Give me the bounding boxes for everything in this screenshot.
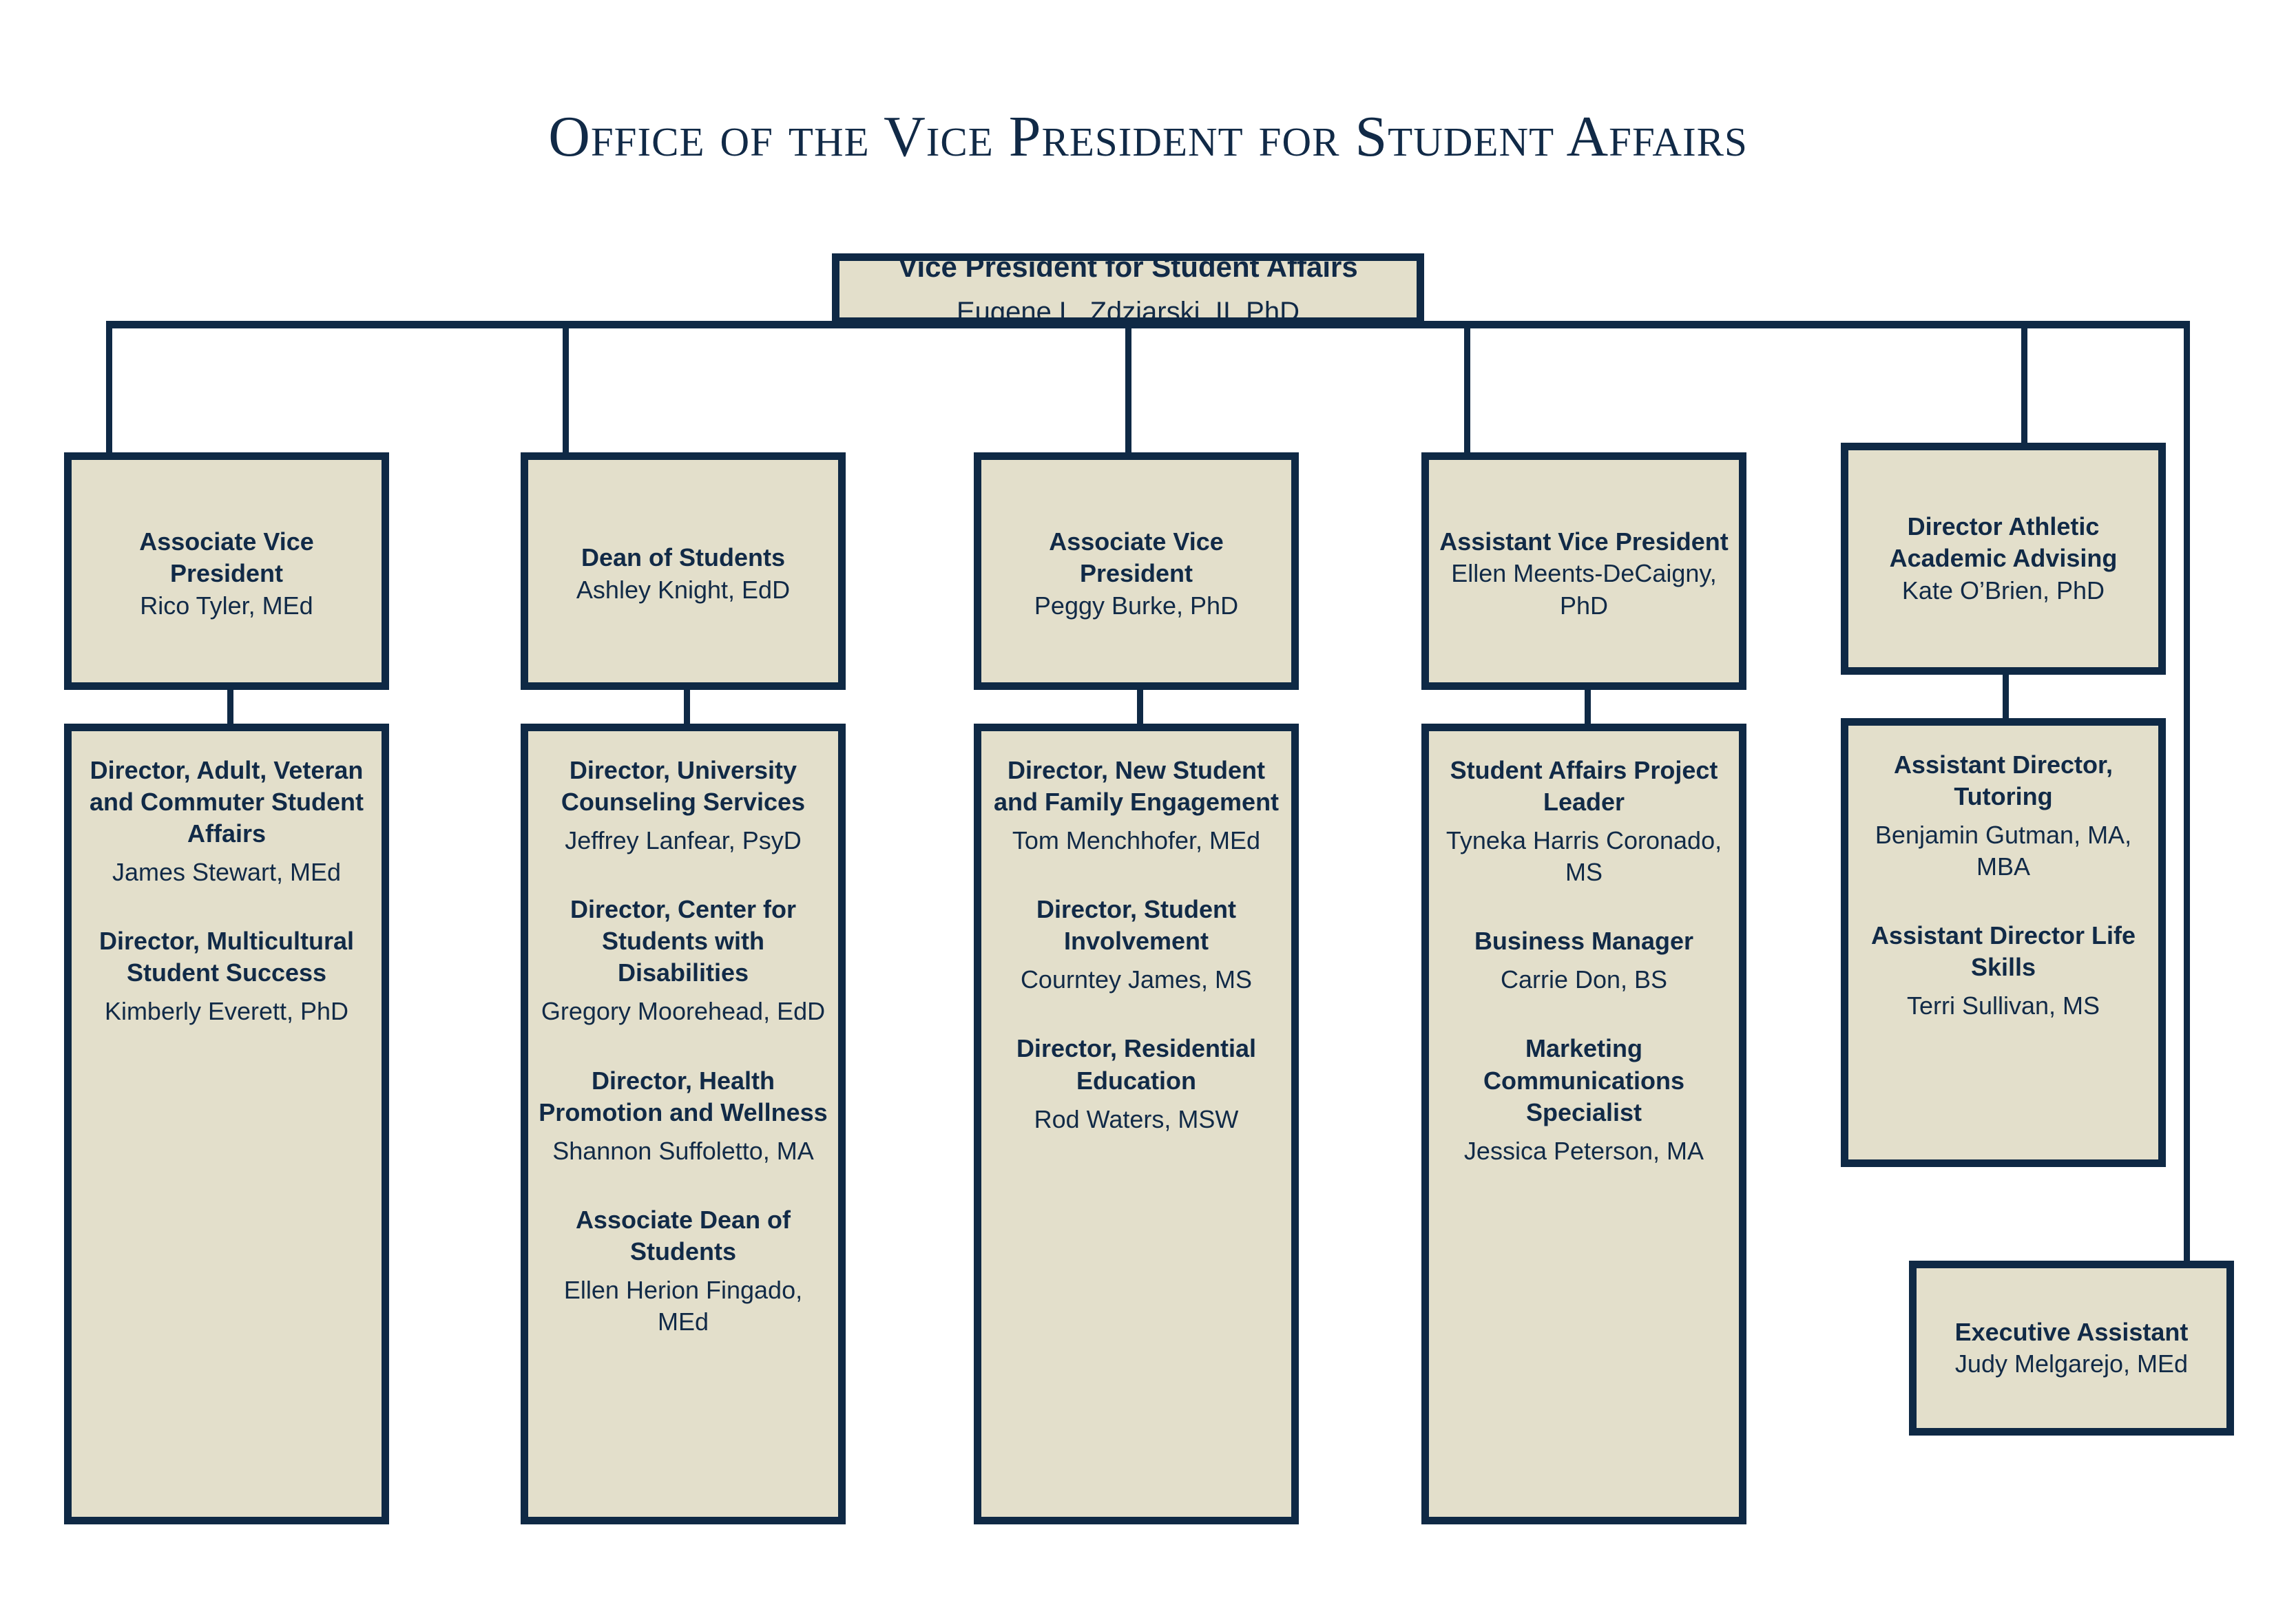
- node-person: Tom Menchhofer, MEd: [1012, 826, 1261, 855]
- report-entry: Associate Dean of Students Ellen Herion …: [528, 1204, 838, 1338]
- node-head-content: Assistant Vice President Ellen Meents-De…: [1429, 526, 1739, 621]
- node-title: Director, Center for Students with Disab…: [570, 895, 797, 987]
- report-entry: Director, Residential Education Rod Wate…: [981, 1033, 1291, 1135]
- report-entry: Business Manager Carrie Don, BS: [1429, 925, 1739, 996]
- report-entry: Student Affairs Project Leader Tyneka Ha…: [1429, 755, 1739, 888]
- report-entry: Marketing Communications Specialist Jess…: [1429, 1033, 1739, 1166]
- connector-col4-head-to-reports: [1585, 688, 1591, 724]
- node-title: Director, Student Involvement: [1036, 895, 1237, 956]
- node-person: Kate O’Brien, PhD: [1901, 576, 2105, 605]
- node-person: Ellen Herion Fingado, MEd: [563, 1275, 803, 1336]
- node-title: Executive Assistant: [1954, 1317, 2189, 1346]
- node-head-associate-vice-president-tyler[interactable]: Associate Vice President Rico Tyler, MEd: [64, 452, 389, 690]
- node-reports-column-1[interactable]: Director, Adult, Veteran and Commuter St…: [64, 724, 389, 1524]
- node-reports-column-4[interactable]: Student Affairs Project Leader Tyneka Ha…: [1421, 724, 1746, 1524]
- node-title: Assistant Vice President: [1439, 527, 1729, 556]
- page-title: Office of the Vice President for Student…: [548, 105, 1748, 169]
- node-person: Ellen Meents-DeCaigny, PhD: [1451, 559, 1717, 620]
- node-reports-column-5[interactable]: Assistant Director, Tutoring Benjamin Gu…: [1841, 718, 2166, 1167]
- node-head-content: Associate Vice President Peggy Burke, Ph…: [981, 526, 1291, 621]
- report-entry: Director, Student Involvement Courntey J…: [981, 894, 1291, 996]
- node-person: Kimberly Everett, PhD: [104, 997, 349, 1026]
- node-title: Vice President for Student Affairs: [898, 253, 1358, 283]
- report-entry: Director, University Counseling Services…: [528, 755, 838, 857]
- node-person: Rico Tyler, MEd: [140, 591, 313, 620]
- node-title: Director, Multicultural Student Success: [98, 927, 355, 987]
- node-person: Courntey James, MS: [1020, 965, 1253, 994]
- node-head-assistant-vice-president[interactable]: Assistant Vice President Ellen Meents-De…: [1421, 452, 1746, 690]
- connector-drop-col1: [106, 321, 112, 456]
- node-title: Assistant Director Life Skills: [1870, 921, 2136, 982]
- node-title: Business Manager: [1474, 927, 1694, 956]
- node-person: Judy Melgarejo, MEd: [1954, 1349, 2189, 1378]
- node-reports-column-2[interactable]: Director, University Counseling Services…: [521, 724, 846, 1524]
- node-title: Associate Vice President: [139, 527, 314, 588]
- node-person: Benjamin Gutman, MA, MBA: [1875, 821, 2132, 881]
- node-title: Director, Adult, Veteran and Commuter St…: [89, 756, 364, 848]
- report-entry: Director, Center for Students with Disab…: [528, 894, 838, 1027]
- node-reports-column-3[interactable]: Director, New Student and Family Engagem…: [974, 724, 1299, 1524]
- report-entry: Director, Multicultural Student Success …: [72, 925, 382, 1027]
- node-staff-content: Executive Assistant Judy Melgarejo, MEd: [1917, 1316, 2226, 1380]
- connector-col3-head-to-reports: [1137, 688, 1143, 724]
- org-chart-canvas: Office of the Vice President for Student…: [0, 0, 2296, 1607]
- node-title: Student Affairs Project Leader: [1450, 756, 1718, 817]
- node-title: Marketing Communications Specialist: [1483, 1034, 1685, 1126]
- node-person: Terri Sullivan, MS: [1906, 991, 2100, 1020]
- node-person: Eugene L. Zdziarski, II, PhD: [956, 297, 1300, 325]
- node-head-content: Dean of Students Ashley Knight, EdD: [528, 542, 838, 605]
- connector-drop-executive-assistant: [2184, 321, 2190, 1268]
- node-person: Peggy Burke, PhD: [1034, 591, 1239, 620]
- node-person: James Stewart, MEd: [112, 858, 342, 887]
- connector-drop-col4: [1464, 321, 1470, 456]
- node-person: Shannon Suffoletto, MA: [552, 1136, 814, 1165]
- connector-col2-head-to-reports: [684, 688, 690, 724]
- node-vice-president[interactable]: Vice President for Student Affairs Eugen…: [832, 253, 1424, 325]
- node-person: Jessica Peterson, MA: [1463, 1136, 1704, 1165]
- report-entry: Director, New Student and Family Engagem…: [981, 755, 1291, 857]
- report-entry: Assistant Director Life Skills Terri Sul…: [1848, 920, 2158, 1022]
- node-person: Tyneka Harris Coronado, MS: [1446, 826, 1722, 887]
- node-title: Director Athletic Academic Advising: [1889, 512, 2118, 573]
- node-executive-assistant[interactable]: Executive Assistant Judy Melgarejo, MEd: [1909, 1261, 2234, 1436]
- connector-drop-col3: [1125, 321, 1131, 456]
- node-person: Jeffrey Lanfear, PsyD: [565, 826, 802, 855]
- node-title: Associate Dean of Students: [575, 1205, 791, 1265]
- node-head-content: Associate Vice President Rico Tyler, MEd: [72, 526, 382, 621]
- node-title: Associate Vice President: [1049, 527, 1224, 588]
- node-head-director-athletic-academic-advising[interactable]: Director Athletic Academic Advising Kate…: [1841, 443, 2166, 675]
- node-title: Director, Residential Education: [1016, 1034, 1257, 1095]
- node-title: Director, University Counseling Services: [561, 756, 806, 817]
- node-title: Assistant Director, Tutoring: [1893, 750, 2114, 811]
- connector-drop-col2: [563, 321, 569, 456]
- node-title: Dean of Students: [581, 543, 785, 572]
- node-person: Ashley Knight, EdD: [576, 575, 791, 604]
- node-person: Carrie Don, BS: [1500, 965, 1668, 994]
- node-title: Director, New Student and Family Engagem…: [993, 756, 1280, 817]
- connector-drop-col5: [2021, 321, 2027, 456]
- connector-col5-head-to-reports: [2003, 673, 2009, 723]
- report-entry: Director, Adult, Veteran and Commuter St…: [72, 755, 382, 888]
- node-head-associate-vice-president-burke[interactable]: Associate Vice President Peggy Burke, Ph…: [974, 452, 1299, 690]
- node-person: Rod Waters, MSW: [1034, 1104, 1239, 1133]
- node-head-dean-of-students[interactable]: Dean of Students Ashley Knight, EdD: [521, 452, 846, 690]
- node-person: Gregory Moorehead, EdD: [541, 997, 826, 1026]
- node-head-content: Director Athletic Academic Advising Kate…: [1848, 511, 2158, 606]
- connector-col1-head-to-reports: [227, 688, 233, 724]
- report-entry: Assistant Director, Tutoring Benjamin Gu…: [1848, 749, 2158, 883]
- report-entry: Director, Health Promotion and Wellness …: [528, 1065, 838, 1167]
- node-title: Director, Health Promotion and Wellness: [539, 1066, 828, 1126]
- node-vp-content: Vice President for Student Affairs Eugen…: [839, 253, 1417, 325]
